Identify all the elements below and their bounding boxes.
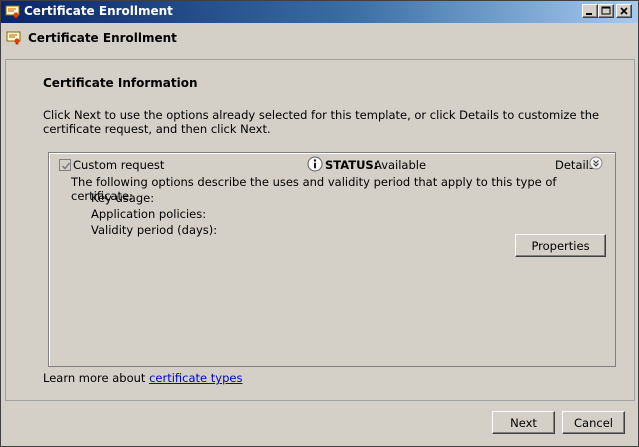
cancel-button[interactable]: Cancel — [562, 411, 625, 434]
certificate-template-panel: Custom request STATUS: Available Details… — [48, 152, 616, 367]
title-bar[interactable]: Certificate Enrollment — [1, 1, 638, 23]
status-value: Available — [374, 158, 427, 172]
close-button[interactable] — [616, 4, 632, 18]
close-icon — [620, 7, 628, 15]
content-area: Certificate Information Click Next to us… — [5, 59, 635, 401]
certificate-enrollment-window: Certificate Enrollment Certificate Enrol… — [0, 0, 639, 447]
wizard-header: Certificate Enrollment — [2, 23, 637, 53]
wizard-title: Certificate Enrollment — [28, 31, 177, 45]
section-title: Certificate Information — [43, 76, 198, 90]
intro-text: Click Next to use the options already se… — [43, 108, 600, 136]
validity-period-label: Validity period (days): — [91, 223, 218, 237]
maximize-icon — [601, 6, 611, 15]
status-label: STATUS: — [325, 158, 379, 172]
learn-more-prefix: Learn more about — [43, 371, 146, 385]
minimize-button[interactable] — [582, 4, 598, 18]
chevron-down-circle-icon[interactable] — [589, 156, 603, 170]
checkmark-icon — [61, 162, 71, 170]
properties-button[interactable]: Properties — [515, 234, 606, 257]
certificate-types-link[interactable]: certificate types — [149, 371, 242, 385]
key-usage-label: Key usage: — [91, 191, 155, 205]
certificate-icon — [5, 5, 21, 19]
maximize-button[interactable] — [598, 4, 614, 18]
next-button[interactable]: Next — [492, 411, 555, 434]
window-title: Certificate Enrollment — [24, 4, 173, 18]
custom-request-label: Custom request — [73, 158, 165, 172]
minimize-icon — [586, 13, 592, 15]
info-icon — [307, 156, 323, 172]
certificate-icon — [6, 31, 22, 45]
custom-request-checkbox[interactable] — [59, 159, 71, 171]
application-policies-label: Application policies: — [91, 207, 207, 221]
learn-more-text: Learn more about certificate types — [43, 371, 242, 385]
